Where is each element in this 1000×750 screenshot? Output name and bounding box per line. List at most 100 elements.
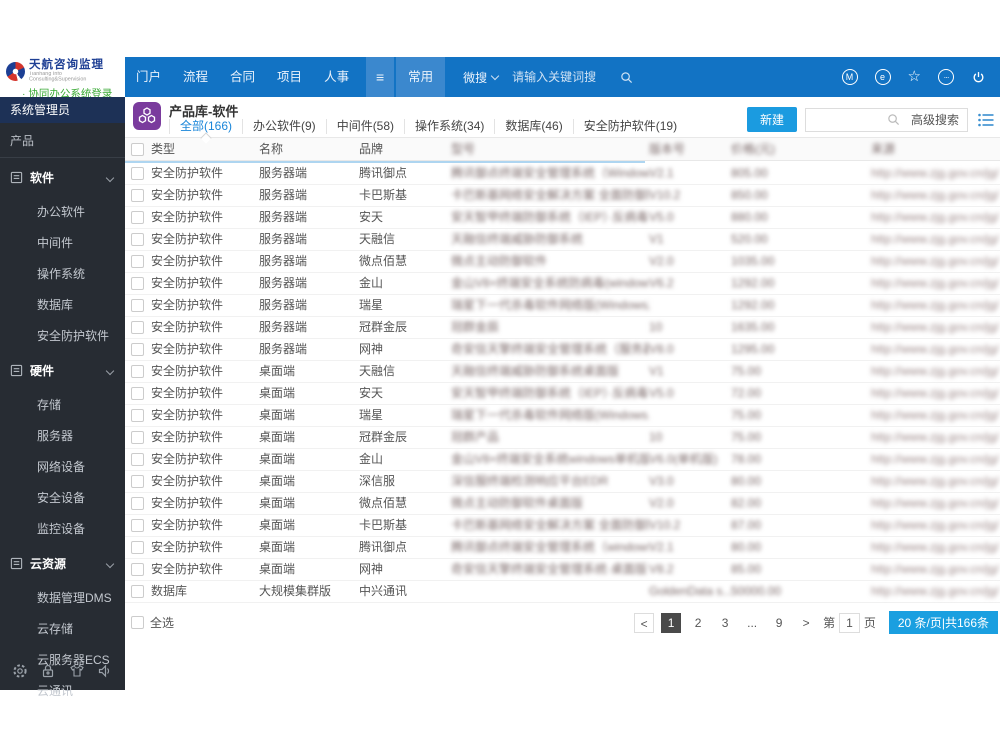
sidebar-item[interactable]: 存储 (0, 389, 125, 420)
sidebar-group-header-cloud[interactable]: 云资源 (0, 544, 125, 582)
page-button[interactable]: < (634, 612, 655, 633)
category-tab[interactable]: 安全防护软件(19) (572, 119, 687, 134)
sidebar-item[interactable]: 网络设备 (0, 451, 125, 482)
table-row[interactable]: 数据库 大规模集群版 中兴通讯 GoldenData s... 50000.00… (125, 581, 1000, 603)
sidebar-item[interactable]: 操作系统 (0, 258, 125, 289)
settings-gear-icon[interactable] (12, 663, 28, 679)
feedback-e-icon[interactable]: e (874, 69, 891, 85)
category-tab[interactable]: 操作系统(34) (404, 119, 494, 134)
lock-icon[interactable] (40, 663, 56, 679)
row-checkbox[interactable] (131, 475, 144, 488)
table-row[interactable]: 安全防护软件 服务器端 卡巴斯基 卡巴斯基网络安全解决方案 全面防御版针对W. … (125, 185, 1000, 207)
column-settings-icon[interactable] (978, 113, 994, 127)
row-checkbox[interactable] (131, 343, 144, 356)
row-checkbox[interactable] (131, 189, 144, 202)
sidebar-item[interactable]: 云存储 (0, 613, 125, 644)
theme-shirt-icon[interactable] (69, 663, 85, 679)
advanced-search-button[interactable]: 高级搜索 (903, 109, 967, 131)
cell-model: 奇安信天擎终端安全管理系统·桌面版 (451, 562, 647, 576)
page-button[interactable]: 2 (688, 613, 708, 633)
power-icon[interactable] (971, 70, 986, 85)
category-tab[interactable]: 办公软件(9) (242, 119, 326, 134)
sidebar-item[interactable]: 数据管理DMS (0, 582, 125, 613)
table-row[interactable]: 安全防护软件 桌面端 天融信 天融信终端威胁防御系统桌面版 V1 75.00 h… (125, 361, 1000, 383)
row-checkbox[interactable] (131, 497, 144, 510)
row-checkbox[interactable] (131, 519, 144, 532)
table-row[interactable]: 安全防护软件 服务器端 瑞星 瑞星下一代杀毒软件网络版(Windows版) 服务… (125, 295, 1000, 317)
sidebar-item[interactable]: 中间件 (0, 227, 125, 258)
table-row[interactable]: 安全防护软件 服务器端 安天 安天智甲终端防御系统（IEP）·反病毒引擎版 V5… (125, 207, 1000, 229)
menu-toggle-button[interactable]: ≡ (366, 57, 395, 97)
table-row[interactable]: 安全防护软件 桌面端 卡巴斯基 卡巴斯基网络安全解决方案 全面防御版针对W.（标… (125, 515, 1000, 537)
sidebar-item[interactable]: 数据库 (0, 289, 125, 320)
category-tab[interactable]: 全部(166) (169, 119, 242, 134)
sidebar-item[interactable]: 监控设备 (0, 513, 125, 544)
row-checkbox[interactable] (131, 365, 144, 378)
row-checkbox[interactable] (131, 387, 144, 400)
table-row[interactable]: 安全防护软件 服务器端 腾讯御点 腾讯御点终端安全管理系统（Windows版） … (125, 163, 1000, 185)
table-row[interactable]: 安全防护软件 桌面端 腾讯御点 腾讯御点终端安全管理系统（windows版）V2… (125, 537, 1000, 559)
row-checkbox[interactable] (131, 563, 144, 576)
sidebar-item[interactable]: 安全设备 (0, 482, 125, 513)
page-jump-input[interactable]: 1 (839, 612, 860, 633)
page-button[interactable]: 1 (661, 612, 682, 633)
current-role[interactable]: 系统管理员 (0, 97, 125, 123)
category-tab[interactable]: 中间件(58) (325, 119, 404, 134)
message-m-icon[interactable]: M (841, 69, 858, 85)
row-checkbox[interactable] (131, 409, 144, 422)
row-checkbox[interactable] (131, 541, 144, 554)
cell-model: 卡巴斯基网络安全解决方案 全面防御版针对W. (451, 188, 649, 202)
nav-item[interactable]: 人事 (313, 57, 360, 97)
nav-item[interactable]: 门户 (125, 57, 172, 97)
category-tab[interactable]: 数据库(46) (494, 119, 572, 134)
sidebar-item[interactable]: 安全防护软件 (0, 320, 125, 351)
table-row[interactable]: 安全防护软件 服务器端 冠群金辰 冠群金辰 10 1635.00 http://… (125, 317, 1000, 339)
table-row[interactable]: 安全防护软件 桌面端 金山 金山V8+终端安全系统windows单机版 V6.0… (125, 449, 1000, 471)
table-row[interactable]: 安全防护软件 桌面端 微点佰慧 微点主动防御软件桌面版 V2.0 82.00 h… (125, 493, 1000, 515)
row-checkbox[interactable] (131, 233, 144, 246)
row-checkbox[interactable] (131, 585, 144, 598)
table-row[interactable]: 安全防护软件 桌面端 冠群金辰 冠群产品 10 75.00 http://www… (125, 427, 1000, 449)
nav-item[interactable]: 流程 (172, 57, 219, 97)
search-icon[interactable] (620, 71, 633, 84)
select-all-checkbox[interactable] (131, 616, 144, 629)
table-row[interactable]: 安全防护软件 桌面端 瑞星 瑞星下一代杀毒软件网络版(Windows桌面版) 7… (125, 405, 1000, 427)
nav-item[interactable]: 项目 (266, 57, 313, 97)
table-row[interactable]: 安全防护软件 服务器端 微点佰慧 微点主动防御软件 V2.0 1035.00 h… (125, 251, 1000, 273)
nav-item[interactable]: 合同 (219, 57, 266, 97)
table-row[interactable]: 安全防护软件 服务器端 金山 金山V8+终端安全系统防病毒(windows)服务… (125, 273, 1000, 295)
select-all[interactable]: 全选 (131, 614, 174, 631)
new-button[interactable]: 新建 (746, 107, 797, 132)
global-search-input[interactable] (510, 69, 617, 85)
row-checkbox[interactable] (131, 277, 144, 290)
table-row[interactable]: 安全防护软件 服务器端 天融信 天融信终端威胁防御系统 V1 520.00 ht… (125, 229, 1000, 251)
page-button[interactable]: 9 (769, 613, 789, 633)
table-row[interactable]: 安全防护软件 桌面端 深信服 深信服终端检测响应平台EDR V3.0 80.00… (125, 471, 1000, 493)
favorites-star-icon[interactable]: ☆ (908, 69, 921, 84)
more-ellipsis-icon[interactable]: ··· (938, 69, 954, 85)
page-button[interactable]: 3 (715, 613, 735, 633)
sidebar-item[interactable]: 办公软件 (0, 196, 125, 227)
row-checkbox[interactable] (131, 211, 144, 224)
page-size-selector[interactable]: 20 条/页|共166条 (888, 611, 998, 634)
table-search-input[interactable] (809, 109, 884, 130)
sidebar-group-header-hardware[interactable]: 硬件 (0, 351, 125, 389)
row-checkbox[interactable] (131, 453, 144, 466)
row-checkbox[interactable] (131, 255, 144, 268)
favorites-nav-button[interactable]: 常用 (396, 57, 446, 97)
table-row[interactable]: 安全防护软件 桌面端 安天 安天智甲终端防御系统（IEP）·反病毒引擎版 V5.… (125, 383, 1000, 405)
table-row[interactable]: 安全防护软件 桌面端 网神 奇安信天擎终端安全管理系统·桌面版 V8.2 85.… (125, 559, 1000, 581)
row-checkbox[interactable] (131, 321, 144, 334)
search-scope-dropdown[interactable]: 微搜 (463, 69, 500, 86)
sidebar-group-header-software[interactable]: 软件 (0, 158, 125, 196)
table-row[interactable]: 安全防护软件 服务器端 网神 奇安信天擎终端安全管理系统（服务器版） V8.0 … (125, 339, 1000, 361)
row-checkbox[interactable] (131, 431, 144, 444)
sidebar-item[interactable]: 服务器 (0, 420, 125, 451)
page-button[interactable]: > (796, 613, 816, 633)
page-button[interactable]: ... (742, 613, 762, 633)
search-icon[interactable] (887, 113, 900, 126)
header-checkbox[interactable] (131, 142, 144, 156)
row-checkbox[interactable] (131, 299, 144, 312)
volume-speaker-icon[interactable] (97, 663, 113, 679)
row-checkbox[interactable] (131, 167, 144, 180)
